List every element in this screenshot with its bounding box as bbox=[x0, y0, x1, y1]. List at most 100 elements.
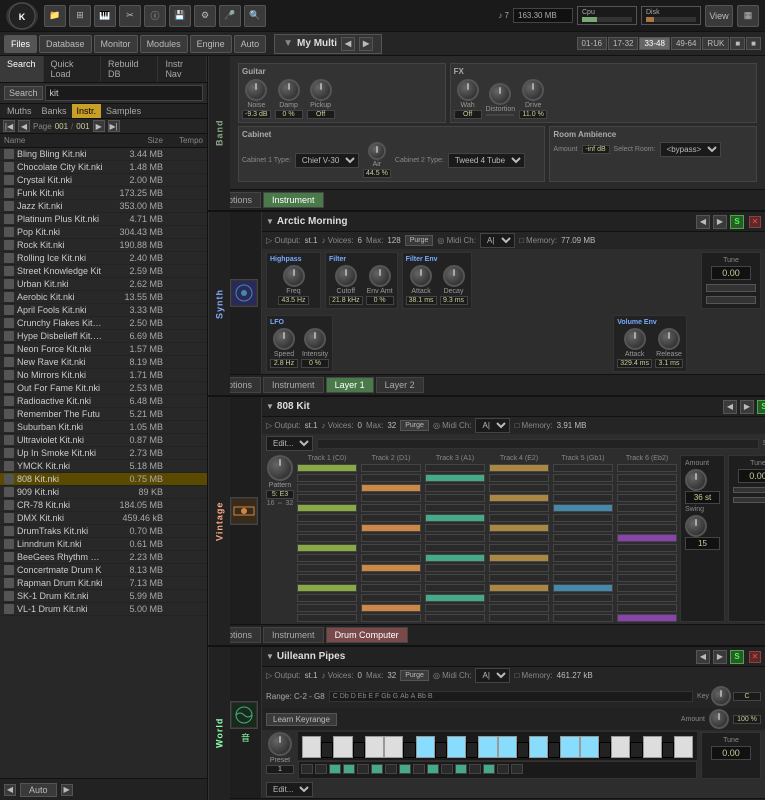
piano-key[interactable] bbox=[403, 742, 415, 758]
multi-next-btn[interactable]: ▶ bbox=[359, 37, 373, 51]
drum-pad[interactable] bbox=[553, 514, 613, 522]
drum-pad[interactable] bbox=[489, 474, 549, 482]
piano-key[interactable] bbox=[302, 736, 321, 758]
synth-purge-btn[interactable]: Purge bbox=[405, 235, 434, 246]
drum-pad[interactable] bbox=[553, 474, 613, 482]
vintage-drumcomputer-tab[interactable]: Drum Computer bbox=[326, 627, 408, 643]
vintage-next-btn[interactable]: ▶ bbox=[740, 400, 754, 414]
drum-pad[interactable] bbox=[553, 614, 613, 622]
list-item[interactable]: Street Knowledge Kit 2.59 MB bbox=[0, 265, 207, 278]
drum-pad[interactable] bbox=[361, 544, 421, 552]
world-midi-select[interactable]: A| 8 bbox=[475, 668, 510, 683]
list-item[interactable]: Rolling Ice Kit.nki 2.40 MB bbox=[0, 252, 207, 265]
drum-pad[interactable] bbox=[489, 534, 549, 542]
drum-pad[interactable] bbox=[297, 564, 357, 572]
drum-pad[interactable] bbox=[617, 604, 677, 612]
damp-knob[interactable] bbox=[278, 79, 300, 101]
range-extra2[interactable]: ■ bbox=[746, 37, 761, 50]
range-33-48[interactable]: 33-48 bbox=[639, 37, 669, 50]
list-item[interactable]: Suburban Kit.nki 1.05 MB bbox=[0, 421, 207, 434]
search-icon[interactable]: 🔍 bbox=[244, 5, 266, 27]
drum-pad[interactable] bbox=[361, 534, 421, 542]
pattern-knob[interactable] bbox=[267, 455, 293, 481]
drum-pad[interactable] bbox=[617, 514, 677, 522]
grid-icon[interactable]: ⊞ bbox=[69, 5, 91, 27]
search-button[interactable]: Search bbox=[4, 86, 43, 100]
drum-pad[interactable] bbox=[489, 504, 549, 512]
vintage-expand-icon[interactable]: ▼ bbox=[266, 402, 274, 411]
auto-btn[interactable]: Auto bbox=[20, 783, 57, 797]
synth-expand-icon[interactable]: ▼ bbox=[266, 217, 274, 226]
list-item[interactable]: April Fools Kit.nki 3.33 MB bbox=[0, 304, 207, 317]
world-seq-pad[interactable] bbox=[511, 764, 523, 774]
drum-pad[interactable] bbox=[297, 544, 357, 552]
drum-pad[interactable] bbox=[297, 554, 357, 562]
list-item[interactable]: New Rave Kit.nki 8.19 MB bbox=[0, 356, 207, 369]
drum-pad[interactable] bbox=[489, 464, 549, 472]
drum-pad[interactable] bbox=[489, 604, 549, 612]
drum-pad[interactable] bbox=[553, 604, 613, 612]
drum-pad[interactable] bbox=[617, 494, 677, 502]
vintage-midi-select[interactable]: A| 10 bbox=[475, 418, 510, 433]
drum-pad[interactable] bbox=[361, 554, 421, 562]
drum-pad[interactable] bbox=[297, 524, 357, 532]
piano-icon[interactable]: 🎹 bbox=[94, 5, 116, 27]
world-seq-pad[interactable] bbox=[357, 764, 369, 774]
piano-key[interactable] bbox=[447, 736, 466, 758]
piano-key[interactable] bbox=[384, 736, 403, 758]
drum-pad[interactable] bbox=[617, 544, 677, 552]
drum-pad[interactable] bbox=[489, 544, 549, 552]
tab-instrnav[interactable]: Instr Nav bbox=[158, 56, 207, 82]
list-item[interactable]: Ultraviolet Kit.nki 0.87 MB bbox=[0, 434, 207, 447]
fe-decay-knob[interactable] bbox=[443, 265, 465, 287]
drum-pad[interactable] bbox=[297, 534, 357, 542]
drum-pad[interactable] bbox=[489, 614, 549, 622]
drum-pad[interactable] bbox=[553, 574, 613, 582]
search-input[interactable] bbox=[45, 85, 203, 101]
drum-pad[interactable] bbox=[297, 594, 357, 602]
drum-pad[interactable] bbox=[553, 544, 613, 552]
world-amount-knob[interactable] bbox=[709, 709, 729, 729]
drum-pad[interactable] bbox=[297, 484, 357, 492]
cabinet2-select[interactable]: Tweed 4 Tube bbox=[448, 153, 525, 168]
drum-pad[interactable] bbox=[361, 474, 421, 482]
drum-pad[interactable] bbox=[489, 594, 549, 602]
vintage-s-btn[interactable]: S bbox=[757, 400, 765, 414]
vintage-edit-dropdown[interactable]: Edit... bbox=[266, 436, 313, 451]
piano-key[interactable] bbox=[466, 742, 478, 758]
piano-key[interactable] bbox=[435, 742, 447, 758]
drum-pad[interactable] bbox=[553, 484, 613, 492]
world-s-btn[interactable]: S bbox=[730, 650, 744, 664]
tab-quickload[interactable]: Quick Load bbox=[44, 56, 101, 82]
piano-key[interactable] bbox=[674, 736, 693, 758]
vintage-instrument-tab[interactable]: Instrument bbox=[263, 627, 324, 643]
list-item[interactable]: Jazz Kit.nki 353.00 MB bbox=[0, 200, 207, 213]
drum-pad[interactable] bbox=[425, 494, 485, 502]
vintage-purge-btn[interactable]: Purge bbox=[400, 420, 429, 431]
world-seq-pad[interactable] bbox=[455, 764, 467, 774]
list-item[interactable]: Urban Kit.nki 2.62 MB bbox=[0, 278, 207, 291]
list-item[interactable]: 909 Kit.nki 89 KB bbox=[0, 486, 207, 499]
range-ruk[interactable]: RUK bbox=[702, 37, 729, 50]
range-17-32[interactable]: 17-32 bbox=[608, 37, 638, 50]
pager-first[interactable]: |◀ bbox=[3, 120, 15, 132]
mic-icon[interactable]: 🎤 bbox=[219, 5, 241, 27]
range-extra1[interactable]: ■ bbox=[730, 37, 745, 50]
drum-pad[interactable] bbox=[425, 464, 485, 472]
list-item[interactable]: Crystal Kit.nki 2.00 MB bbox=[0, 174, 207, 187]
drum-pad[interactable] bbox=[425, 584, 485, 592]
bottom-prev-btn[interactable]: ◀ bbox=[4, 784, 16, 796]
envamt-knob[interactable] bbox=[369, 265, 391, 287]
drum-pad[interactable] bbox=[617, 584, 677, 592]
fe-attack-knob[interactable] bbox=[410, 265, 432, 287]
layout-btn[interactable]: ▦ bbox=[737, 5, 759, 27]
list-item[interactable]: Chocolate City Kit.nki 1.48 MB bbox=[0, 161, 207, 174]
nav-files[interactable]: Files bbox=[4, 35, 37, 53]
select-room-dropdown[interactable]: <bypass> bbox=[660, 142, 721, 157]
list-item[interactable]: VL-1 Drum Kit.nki 5.00 MB bbox=[0, 603, 207, 616]
pager-prev[interactable]: ◀ bbox=[18, 120, 30, 132]
drum-pad[interactable] bbox=[489, 514, 549, 522]
drum-pad[interactable] bbox=[617, 474, 677, 482]
drum-pad[interactable] bbox=[489, 554, 549, 562]
world-next-btn[interactable]: ▶ bbox=[713, 650, 727, 664]
